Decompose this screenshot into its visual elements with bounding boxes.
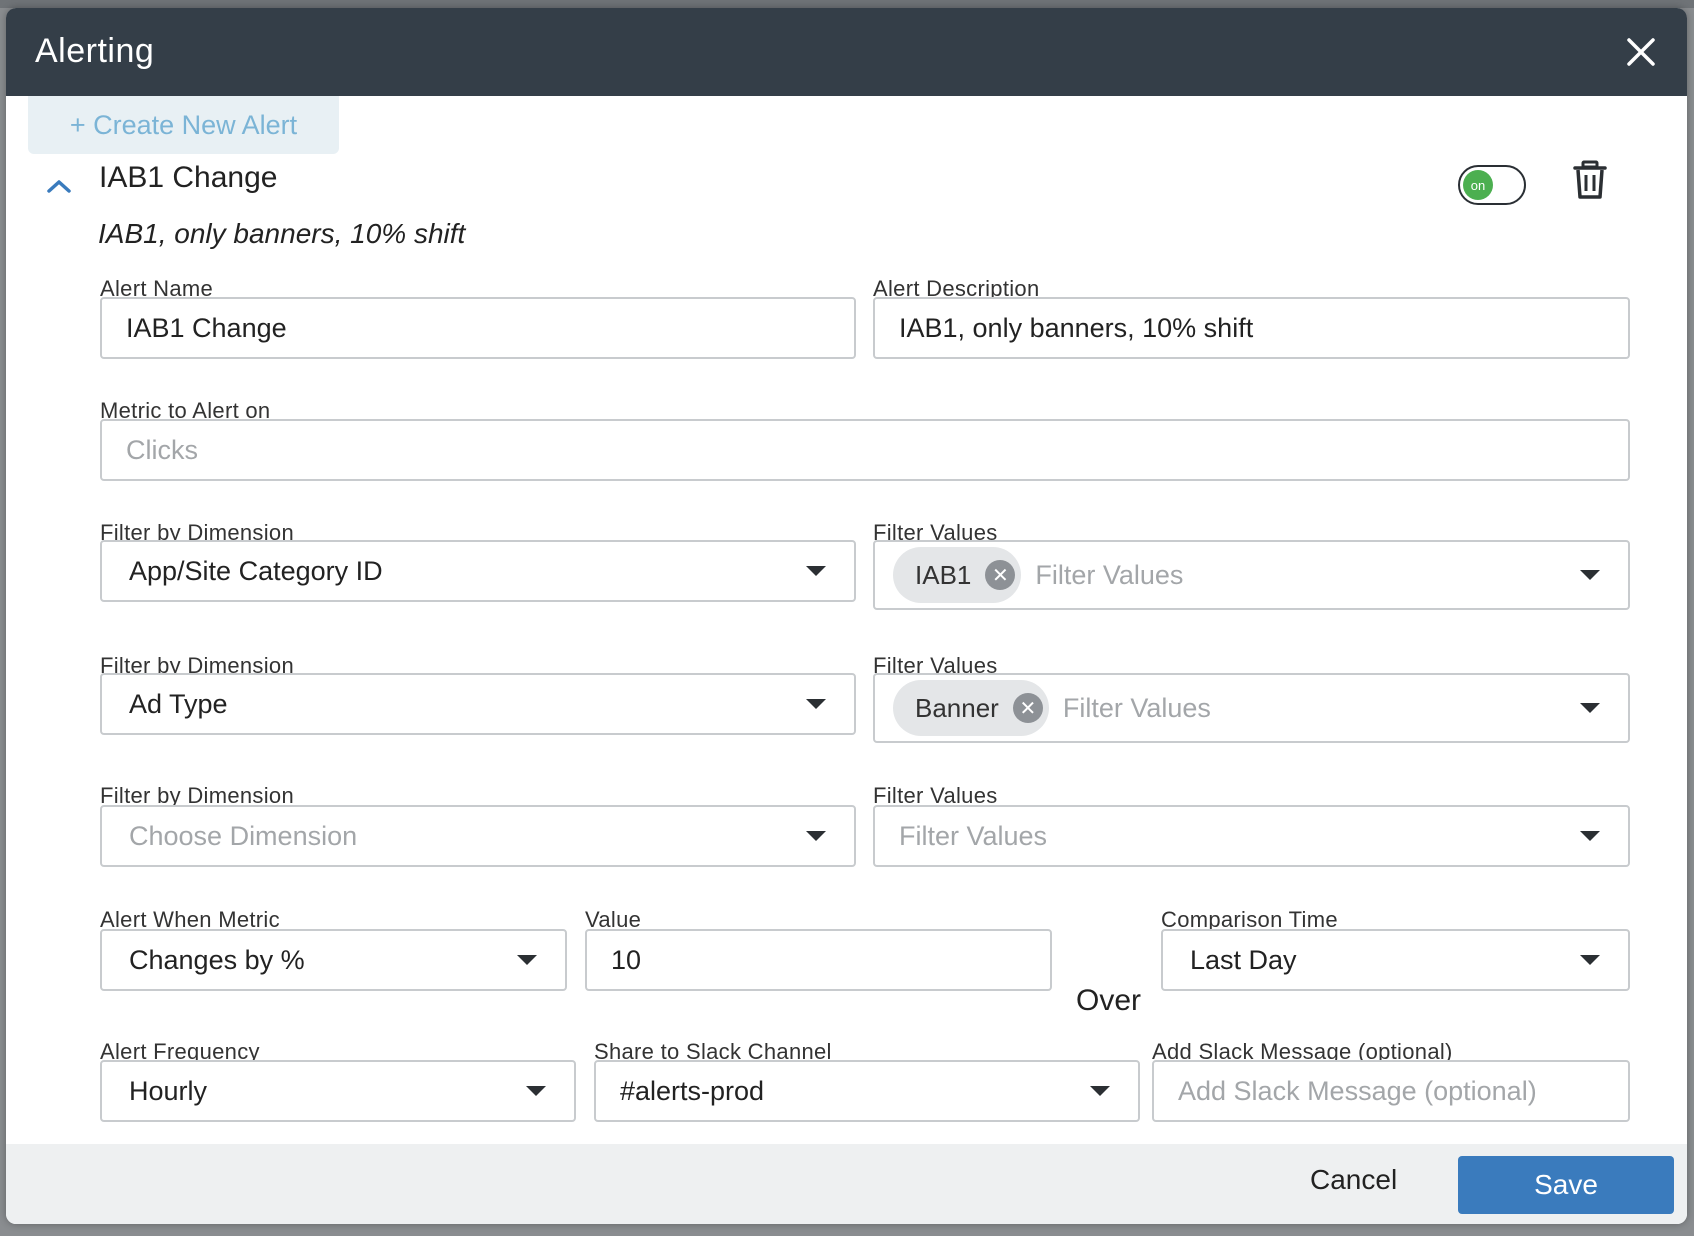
modal-body: + Create New Alert IAB1 Change IAB1, onl… bbox=[6, 96, 1687, 1144]
filter-values-select[interactable]: Banner ✕ Filter Values bbox=[873, 673, 1630, 743]
value-input[interactable]: 10 bbox=[585, 929, 1052, 991]
trash-icon[interactable] bbox=[1572, 160, 1608, 200]
filter-dimension-value: Ad Type bbox=[129, 688, 228, 719]
alert-name-value: IAB1 Change bbox=[126, 312, 287, 343]
chevron-up-icon[interactable] bbox=[42, 173, 76, 197]
filter-chip-label: Banner bbox=[915, 692, 999, 723]
filter-dimension-select[interactable]: Ad Type bbox=[100, 673, 856, 735]
value-value: 10 bbox=[611, 944, 642, 975]
alert-title: IAB1 Change bbox=[99, 161, 278, 194]
slack-message-placeholder: Add Slack Message (optional) bbox=[1178, 1075, 1537, 1106]
modal-title: Alerting bbox=[35, 32, 155, 70]
slack-message-input[interactable]: Add Slack Message (optional) bbox=[1152, 1060, 1630, 1122]
comparison-time-value: Last Day bbox=[1190, 944, 1297, 975]
alert-name-input[interactable]: IAB1 Change bbox=[100, 297, 856, 359]
alert-description-value: IAB1, only banners, 10% shift bbox=[899, 312, 1254, 343]
remove-chip-icon[interactable]: ✕ bbox=[985, 560, 1016, 590]
frequency-value: Hourly bbox=[129, 1075, 208, 1106]
create-new-alert-button[interactable]: + Create New Alert bbox=[28, 96, 339, 154]
remove-chip-icon[interactable]: ✕ bbox=[1012, 693, 1043, 723]
filter-values-select[interactable]: Filter Values bbox=[873, 805, 1630, 867]
chevron-down-icon bbox=[806, 699, 826, 709]
slack-channel-value: #alerts-prod bbox=[620, 1075, 765, 1106]
modal-footer: Cancel Save bbox=[6, 1144, 1687, 1224]
chevron-down-icon bbox=[526, 1086, 546, 1096]
filter-chip: IAB1 ✕ bbox=[893, 547, 1022, 603]
chevron-down-icon bbox=[1580, 831, 1600, 841]
filter-dimension-placeholder: Choose Dimension bbox=[129, 820, 358, 851]
filter-dimension-select[interactable]: App/Site Category ID bbox=[100, 540, 856, 602]
over-label: Over bbox=[1076, 984, 1142, 1017]
filter-values-placeholder: Filter Values bbox=[1035, 559, 1184, 590]
alert-subtitle: IAB1, only banners, 10% shift bbox=[98, 218, 466, 249]
chevron-down-icon bbox=[1580, 955, 1600, 965]
chevron-down-icon bbox=[1580, 570, 1600, 580]
alert-when-select[interactable]: Changes by % bbox=[100, 929, 567, 991]
filter-chip-label: IAB1 bbox=[915, 559, 972, 590]
filter-dimension-value: App/Site Category ID bbox=[129, 555, 383, 586]
filter-values-select[interactable]: IAB1 ✕ Filter Values bbox=[873, 540, 1630, 610]
close-icon[interactable] bbox=[1621, 32, 1661, 72]
save-button[interactable]: Save bbox=[1458, 1156, 1674, 1214]
comparison-time-select[interactable]: Last Day bbox=[1161, 929, 1630, 991]
chevron-down-icon bbox=[1090, 1086, 1110, 1096]
alerting-modal: Alerting + Create New Alert IAB1 Change … bbox=[6, 8, 1687, 1224]
frequency-select[interactable]: Hourly bbox=[100, 1060, 576, 1122]
filter-values-placeholder: Filter Values bbox=[899, 820, 1048, 851]
filter-dimension-select[interactable]: Choose Dimension bbox=[100, 805, 856, 867]
filter-values-placeholder: Filter Values bbox=[1062, 692, 1211, 723]
metric-placeholder: Clicks bbox=[126, 434, 198, 465]
slack-channel-select[interactable]: #alerts-prod bbox=[594, 1060, 1140, 1122]
chevron-down-icon bbox=[806, 831, 826, 841]
alert-enabled-toggle[interactable]: on bbox=[1458, 165, 1526, 205]
metric-input[interactable]: Clicks bbox=[100, 419, 1630, 481]
modal-header: Alerting bbox=[6, 8, 1687, 96]
chevron-down-icon bbox=[1580, 703, 1600, 713]
chevron-down-icon bbox=[806, 566, 826, 576]
filter-chip: Banner ✕ bbox=[893, 680, 1049, 736]
chevron-down-icon bbox=[517, 955, 537, 965]
alert-description-input[interactable]: IAB1, only banners, 10% shift bbox=[873, 297, 1630, 359]
alert-when-value: Changes by % bbox=[129, 944, 305, 975]
cancel-button[interactable]: Cancel bbox=[1310, 1164, 1397, 1196]
toggle-knob: on bbox=[1463, 170, 1493, 200]
